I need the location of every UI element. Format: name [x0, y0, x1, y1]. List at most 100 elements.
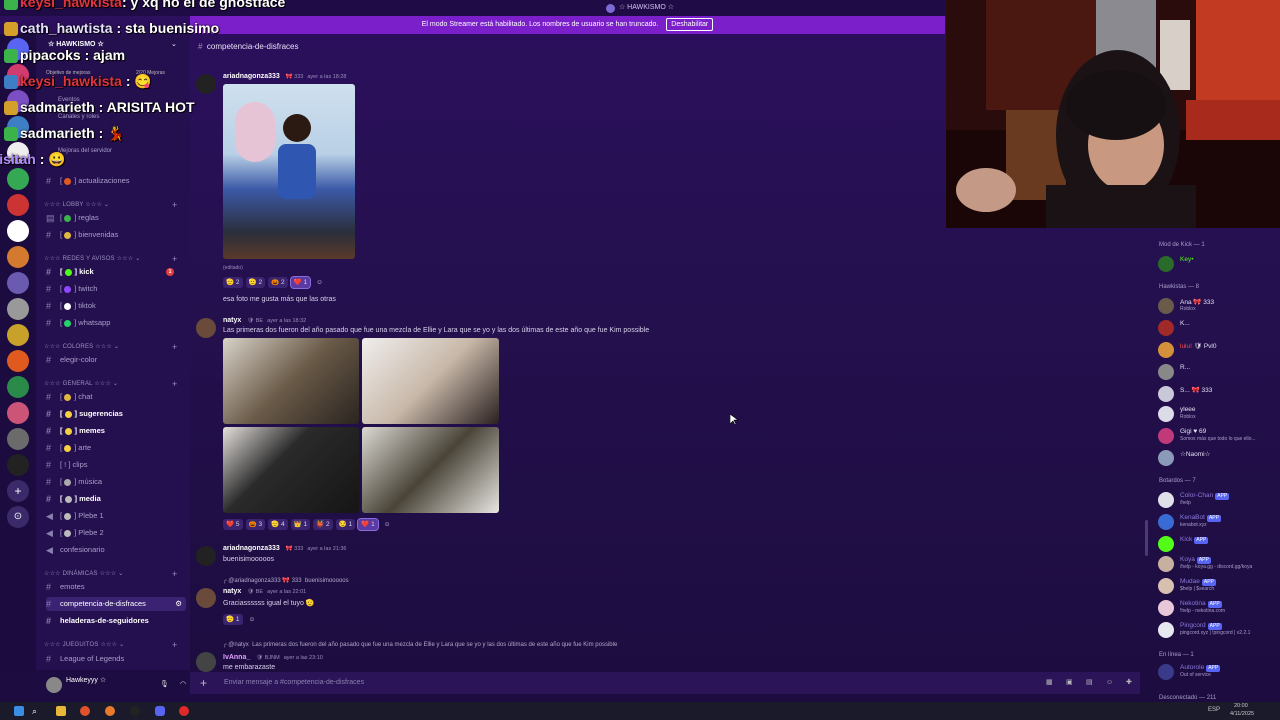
- member[interactable]: Ana 🎀 333 Roblox: [1158, 298, 1278, 314]
- server-icon[interactable]: [7, 402, 29, 424]
- member[interactable]: Koya APP/help - koya.gg - discord.gg/koya: [1158, 556, 1278, 572]
- boost-goal-label[interactable]: Objetivo de mejoras: [46, 70, 90, 76]
- channel-musica[interactable]: #[] música: [46, 475, 186, 489]
- server-icon[interactable]: [7, 64, 29, 86]
- member-list-scrollbar[interactable]: [1145, 520, 1148, 556]
- category-juegos[interactable]: ☆☆☆ JUEGUITOS ☆☆☆ ⌄ +: [44, 640, 177, 650]
- avatar[interactable]: [196, 74, 216, 94]
- channels-roles-link[interactable]: Canales y roles: [58, 114, 99, 120]
- reaction[interactable]: 🎃 3: [245, 519, 266, 530]
- channel-league[interactable]: # League of Legends: [46, 652, 186, 666]
- headphones-icon[interactable]: ◠: [180, 680, 186, 688]
- reaction[interactable]: 😏 1: [335, 519, 356, 530]
- channel-kick[interactable]: #[] kick 1: [46, 265, 186, 279]
- user-name[interactable]: Hawkeyyy ☆: [66, 676, 106, 684]
- message-input[interactable]: Enviar mensaje a #competencia-de-disfrac…: [224, 679, 364, 686]
- category-colores[interactable]: ☆☆☆ COLORES ☆☆☆ ⌄ +: [44, 342, 177, 352]
- server-icon[interactable]: [7, 298, 29, 320]
- discord-taskbar-icon[interactable]: [155, 706, 165, 716]
- member[interactable]: Pingcord APP pingcord.xyz | !pingcord | v2…: [1158, 622, 1278, 638]
- obs-icon[interactable]: [130, 706, 140, 716]
- reaction[interactable]: ❤️ 1: [357, 518, 379, 531]
- home-icon[interactable]: [7, 38, 29, 60]
- avatar[interactable]: [196, 652, 216, 672]
- microphone-icon[interactable]: 🎙: [160, 680, 169, 688]
- member[interactable]: Key•: [1158, 256, 1278, 272]
- emoji-icon[interactable]: ☺: [1106, 672, 1113, 694]
- clock-date[interactable]: 4/11/2025: [1230, 711, 1254, 717]
- channel-arte[interactable]: #[] arte: [46, 441, 186, 455]
- channel-whatsapp[interactable]: #[] whatsapp: [46, 316, 186, 330]
- reaction[interactable]: 🫡 4: [268, 519, 288, 530]
- message-author[interactable]: ariadnagonza333 🎀 333 ayer a las 21:36: [223, 545, 346, 552]
- language-indicator[interactable]: ESP: [1208, 707, 1220, 713]
- category-lobby[interactable]: ☆☆☆ LOBBY ☆☆☆ ⌄ +: [44, 200, 177, 210]
- app-icon[interactable]: [105, 706, 115, 716]
- apps-icon[interactable]: ✚: [1126, 672, 1132, 694]
- add-server-icon[interactable]: +: [7, 480, 29, 502]
- search-icon[interactable]: ⌕: [32, 706, 42, 716]
- reply-preview[interactable]: ╭ @natyx Las primeras dos fueron del año…: [223, 641, 617, 648]
- member[interactable]: ☆Naomi☆: [1158, 450, 1278, 466]
- member[interactable]: R...: [1158, 364, 1278, 380]
- member[interactable]: Mudae APP $help | $search: [1158, 578, 1278, 594]
- channel-emotes[interactable]: # emotes: [46, 580, 186, 594]
- app-icon[interactable]: [179, 706, 189, 716]
- server-icon[interactable]: [7, 272, 29, 294]
- avatar[interactable]: [46, 677, 62, 693]
- reaction[interactable]: 🫡 1: [223, 614, 243, 625]
- attachment-image[interactable]: [223, 338, 359, 424]
- discover-icon[interactable]: ⊙: [7, 506, 29, 528]
- member[interactable]: yleee Roblox: [1158, 406, 1278, 422]
- events-link[interactable]: Eventos: [58, 97, 80, 103]
- file-explorer-icon[interactable]: [56, 706, 66, 716]
- server-icon[interactable]: [7, 168, 29, 190]
- channel-heladeras[interactable]: # heladeras-de-seguidores: [46, 614, 186, 628]
- server-icon[interactable]: [7, 428, 29, 450]
- message-author[interactable]: natyx 🛡 BE ayer a las 18:32: [223, 317, 306, 324]
- channel-reglas[interactable]: ▤[] reglas: [46, 211, 186, 225]
- clock-time[interactable]: 20:00: [1234, 703, 1248, 709]
- category-dinamicas[interactable]: ☆☆☆ DINÁMICAS ☆☆☆ ⌄ +: [44, 569, 177, 579]
- server-icon[interactable]: [7, 90, 29, 112]
- attachment-image[interactable]: [223, 427, 359, 513]
- member[interactable]: K...: [1158, 320, 1278, 336]
- server-name[interactable]: ☆ HAWKISMO ☆: [48, 40, 104, 48]
- chevron-down-icon[interactable]: ⌄: [171, 40, 177, 48]
- member[interactable]: Color-Chan APP/help: [1158, 492, 1278, 508]
- voice-channel-plebe-2[interactable]: ◀[] Plebe 2: [46, 526, 186, 540]
- channel-tiktok[interactable]: #[] tiktok: [46, 299, 186, 313]
- reaction[interactable]: 👹 2: [313, 519, 333, 530]
- category-general[interactable]: ☆☆☆ GENERAL ☆☆☆ ⌄ +: [44, 379, 177, 389]
- voice-channel-plebe-1[interactable]: ◀[] Plebe 1: [46, 509, 186, 523]
- server-icon[interactable]: [7, 142, 29, 164]
- server-icon[interactable]: [7, 116, 29, 138]
- add-reaction-icon[interactable]: ☺: [381, 519, 394, 530]
- member[interactable]: Nekotina APP !help - nekotina.com: [1158, 600, 1278, 616]
- disable-streamer-button[interactable]: Deshabilitar: [666, 18, 714, 31]
- message-author[interactable]: ariadnagonza333 🎀 333 ayer a las 18:28: [223, 73, 346, 80]
- channel-chat[interactable]: #[] chat: [46, 390, 186, 404]
- add-reaction-icon[interactable]: ☺: [246, 614, 259, 625]
- channel-media[interactable]: #[] media: [46, 492, 186, 506]
- avatar[interactable]: [196, 546, 216, 566]
- sticker-icon[interactable]: ▤: [1086, 672, 1093, 694]
- server-icon[interactable]: [7, 454, 29, 476]
- channel-bienvenidas[interactable]: #[] bienvenidas: [46, 228, 186, 242]
- server-icon[interactable]: [7, 220, 29, 242]
- server-icon[interactable]: [7, 324, 29, 346]
- member[interactable]: KenaBot APP kenabot.xyz: [1158, 514, 1278, 530]
- member[interactable]: Kick APP: [1158, 536, 1278, 552]
- channel-twitch[interactable]: #[] twitch: [46, 282, 186, 296]
- reaction[interactable]: 👑 1: [290, 519, 311, 530]
- add-attachment-icon[interactable]: +: [200, 672, 207, 694]
- reaction[interactable]: ❤️ 5: [223, 519, 243, 530]
- avatar[interactable]: [196, 588, 216, 608]
- message-author[interactable]: natyx 🛡 BE ayer a las 22:01: [223, 588, 306, 595]
- reply-preview[interactable]: ╭ @ariadnagonza333 🎀 333 buenisimooooos: [223, 577, 349, 584]
- channel-sugerencias[interactable]: #[] sugerencias: [46, 407, 186, 421]
- reaction[interactable]: 🫡 2: [223, 277, 243, 288]
- reaction[interactable]: 🎃 2: [268, 277, 288, 288]
- server-boosts-link[interactable]: Mejoras del servidor: [58, 148, 112, 154]
- reaction[interactable]: 🫡 2: [245, 277, 266, 288]
